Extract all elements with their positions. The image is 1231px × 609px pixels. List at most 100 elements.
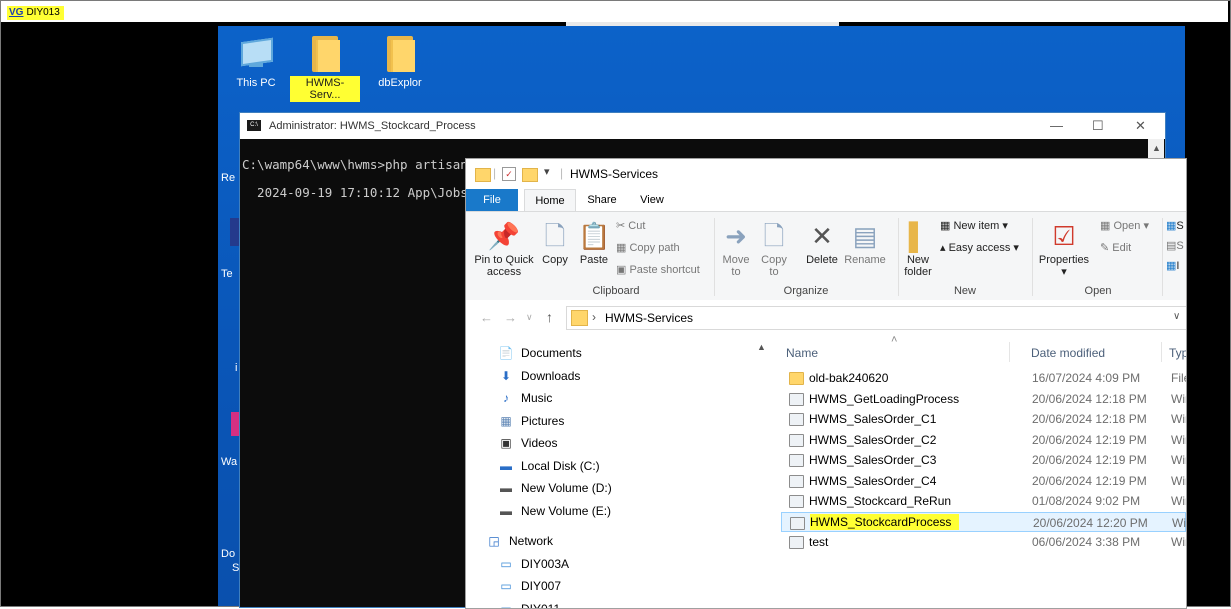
pin-icon: 📌 xyxy=(472,222,536,250)
tab-file[interactable]: File xyxy=(466,189,518,211)
viewer-top-bar xyxy=(1,1,1228,22)
explorer-window[interactable]: | ✓ ▾ | HWMS-Services File Home Share Vi… xyxy=(465,158,1187,609)
file-row[interactable]: HWMS_Stockcard_ReRun01/08/2024 9:02 PMWi… xyxy=(781,491,1186,511)
open-icon: ▦ xyxy=(1100,220,1110,232)
nav-item[interactable]: ▬New Volume (E:) xyxy=(498,504,611,518)
nav-item[interactable]: ▭DIY011 xyxy=(498,602,560,609)
new-item-button[interactable]: ▦ New item ▾ xyxy=(940,220,1008,232)
move-to-button[interactable]: ➜ Move to xyxy=(720,222,752,278)
address-bar[interactable]: › HWMS-Services ∨ xyxy=(566,306,1187,330)
drive-icon: ▬ xyxy=(498,481,514,495)
local-disk-icon: ▬ xyxy=(498,459,514,473)
properties-quick-icon[interactable]: ✓ xyxy=(502,167,516,181)
file-row[interactable]: HWMS_SalesOrder_C220/06/2024 12:19 PMWin xyxy=(781,430,1186,450)
customize-quick-access-icon[interactable]: ▾ xyxy=(544,165,550,178)
nav-item[interactable]: ▭DIY007 xyxy=(498,579,561,593)
copy-path-button[interactable]: ▦ Copy path xyxy=(616,242,680,254)
copy-button[interactable]: 🗋 Copy xyxy=(540,222,570,266)
select-none-button[interactable]: ▤S xyxy=(1166,240,1184,252)
open-button[interactable]: ▦ Open ▾ xyxy=(1100,220,1149,232)
breadcrumb-hwms-services[interactable]: HWMS-Services xyxy=(605,311,693,325)
desktop-icon-this-pc[interactable]: This PC xyxy=(226,36,286,90)
file-row[interactable]: HWMS_SalesOrder_C420/06/2024 12:19 PMWin xyxy=(781,471,1186,491)
scroll-up-icon[interactable]: ▲ xyxy=(1152,143,1161,153)
file-date-modified: 01/08/2024 9:02 PM xyxy=(1032,491,1140,511)
easy-access-icon: ▴ xyxy=(940,242,946,254)
new-folder-icon: ▌ xyxy=(902,222,934,250)
delete-button[interactable]: ✕ Delete xyxy=(804,222,840,266)
cmd-titlebar[interactable]: C:\ Administrator: HWMS_Stockcard_Proces… xyxy=(240,113,1165,139)
properties-button[interactable]: ☑ Properties▾ xyxy=(1036,222,1092,278)
nav-item[interactable]: ▬Local Disk (C:) xyxy=(498,459,600,473)
nav-item[interactable]: ▬New Volume (D:) xyxy=(498,481,612,495)
pin-to-quick-access-button[interactable]: 📌 Pin to Quick access xyxy=(472,222,536,278)
ribbon-tabs: File Home Share View xyxy=(466,189,1186,211)
nav-item[interactable]: ⬇Downloads xyxy=(498,369,580,383)
nav-item-label: Documents xyxy=(521,346,582,360)
file-row[interactable]: test06/06/2024 3:38 PMWin xyxy=(781,532,1186,552)
edit-button[interactable]: ✎ Edit xyxy=(1100,242,1131,254)
new-folder-quick-icon[interactable] xyxy=(522,168,538,182)
invert-selection-button[interactable]: ▦I xyxy=(1166,260,1179,272)
column-header-name[interactable]: Name xyxy=(786,346,818,360)
file-name: HWMS_SalesOrder_C4 xyxy=(809,471,936,491)
new-item-icon: ▦ xyxy=(940,220,950,232)
desktop-label-partial: i xyxy=(235,362,237,374)
documents-icon: 📄 xyxy=(498,346,514,360)
back-button[interactable]: ← xyxy=(480,310,493,325)
nav-item[interactable]: ▣Videos xyxy=(498,436,557,450)
column-header-date-modified[interactable]: Date modified xyxy=(1031,346,1105,360)
file-row[interactable]: HWMS_GetLoadingProcess20/06/2024 12:18 P… xyxy=(781,389,1186,409)
file-row[interactable]: old-bak24062016/07/2024 4:09 PMFile xyxy=(781,368,1186,388)
tab-home[interactable]: Home xyxy=(524,189,576,212)
forward-button[interactable]: → xyxy=(504,310,517,325)
viewer-tag: VG DIY013 xyxy=(7,6,64,20)
computer-icon: ▭ xyxy=(498,557,514,571)
nav-item[interactable]: ♪Music xyxy=(498,391,552,405)
folder-icon xyxy=(312,36,338,72)
nav-item[interactable]: ▦Pictures xyxy=(498,414,564,428)
minimize-button[interactable]: — xyxy=(1050,118,1063,133)
nav-item-label: DIY003A xyxy=(521,557,569,571)
nav-item[interactable]: 📄 Documents xyxy=(498,346,582,360)
file-date-modified: 20/06/2024 12:20 PM xyxy=(1033,513,1148,533)
cut-button[interactable]: ✂ Cut xyxy=(616,220,645,232)
address-dropdown-icon[interactable]: ∨ xyxy=(1173,311,1180,322)
file-row[interactable]: HWMS_SalesOrder_C120/06/2024 12:18 PMWin xyxy=(781,409,1186,429)
file-type: Win xyxy=(1171,532,1187,552)
up-button[interactable]: ↑ xyxy=(546,309,553,325)
close-button[interactable]: ✕ xyxy=(1135,118,1146,134)
ribbon-home: 📌 Pin to Quick access 🗋 Copy 📋 Paste ✂ C… xyxy=(466,211,1186,301)
pictures-icon: ▦ xyxy=(498,414,514,428)
explorer-title: HWMS-Services xyxy=(570,167,658,181)
nav-item-label: Network xyxy=(509,534,553,548)
desktop-icon-hwms-services[interactable]: HWMS-Serv... xyxy=(290,36,360,102)
nav-item-label: New Volume (E:) xyxy=(521,504,611,518)
nav-item[interactable]: ▭ DIY003A xyxy=(498,557,569,571)
tab-view[interactable]: View xyxy=(632,189,672,211)
select-all-button[interactable]: ▦S xyxy=(1166,220,1184,232)
explorer-titlebar[interactable]: | ✓ ▾ | HWMS-Services xyxy=(466,159,1186,189)
nav-scroll-up-icon[interactable]: ▲ xyxy=(757,342,766,352)
paste-button[interactable]: 📋 Paste xyxy=(578,222,610,266)
app-icon-partial xyxy=(231,412,239,436)
file-name: old-bak240620 xyxy=(809,368,888,388)
new-folder-button[interactable]: ▌ New folder xyxy=(902,222,934,278)
nav-item-label: DIY011 xyxy=(521,602,560,609)
cmd-title: Administrator: HWMS_Stockcard_Process xyxy=(269,120,476,132)
file-row[interactable]: HWMS_StockcardProcess20/06/2024 12:20 PM… xyxy=(781,512,1186,532)
easy-access-button[interactable]: ▴ Easy access ▾ xyxy=(940,242,1019,254)
maximize-button[interactable]: ☐ xyxy=(1092,118,1104,134)
desktop-label-partial: Re xyxy=(221,172,235,184)
file-date-modified: 16/07/2024 4:09 PM xyxy=(1032,368,1140,388)
tab-share[interactable]: Share xyxy=(582,189,622,211)
rename-button[interactable]: ▤ Rename xyxy=(842,222,888,266)
file-row[interactable]: HWMS_SalesOrder_C320/06/2024 12:19 PMWin xyxy=(781,450,1186,470)
file-name: HWMS_SalesOrder_C3 xyxy=(809,450,936,470)
paste-shortcut-button[interactable]: ▣ Paste shortcut xyxy=(616,264,700,276)
recent-locations-icon[interactable]: ∨ xyxy=(526,312,533,323)
copy-to-button[interactable]: 🗋 Copy to xyxy=(758,222,790,278)
nav-item[interactable]: ◲Network xyxy=(486,534,553,548)
column-header-type[interactable]: Type xyxy=(1169,346,1187,360)
desktop-icon-dbexplor[interactable]: dbExplor xyxy=(370,36,430,90)
